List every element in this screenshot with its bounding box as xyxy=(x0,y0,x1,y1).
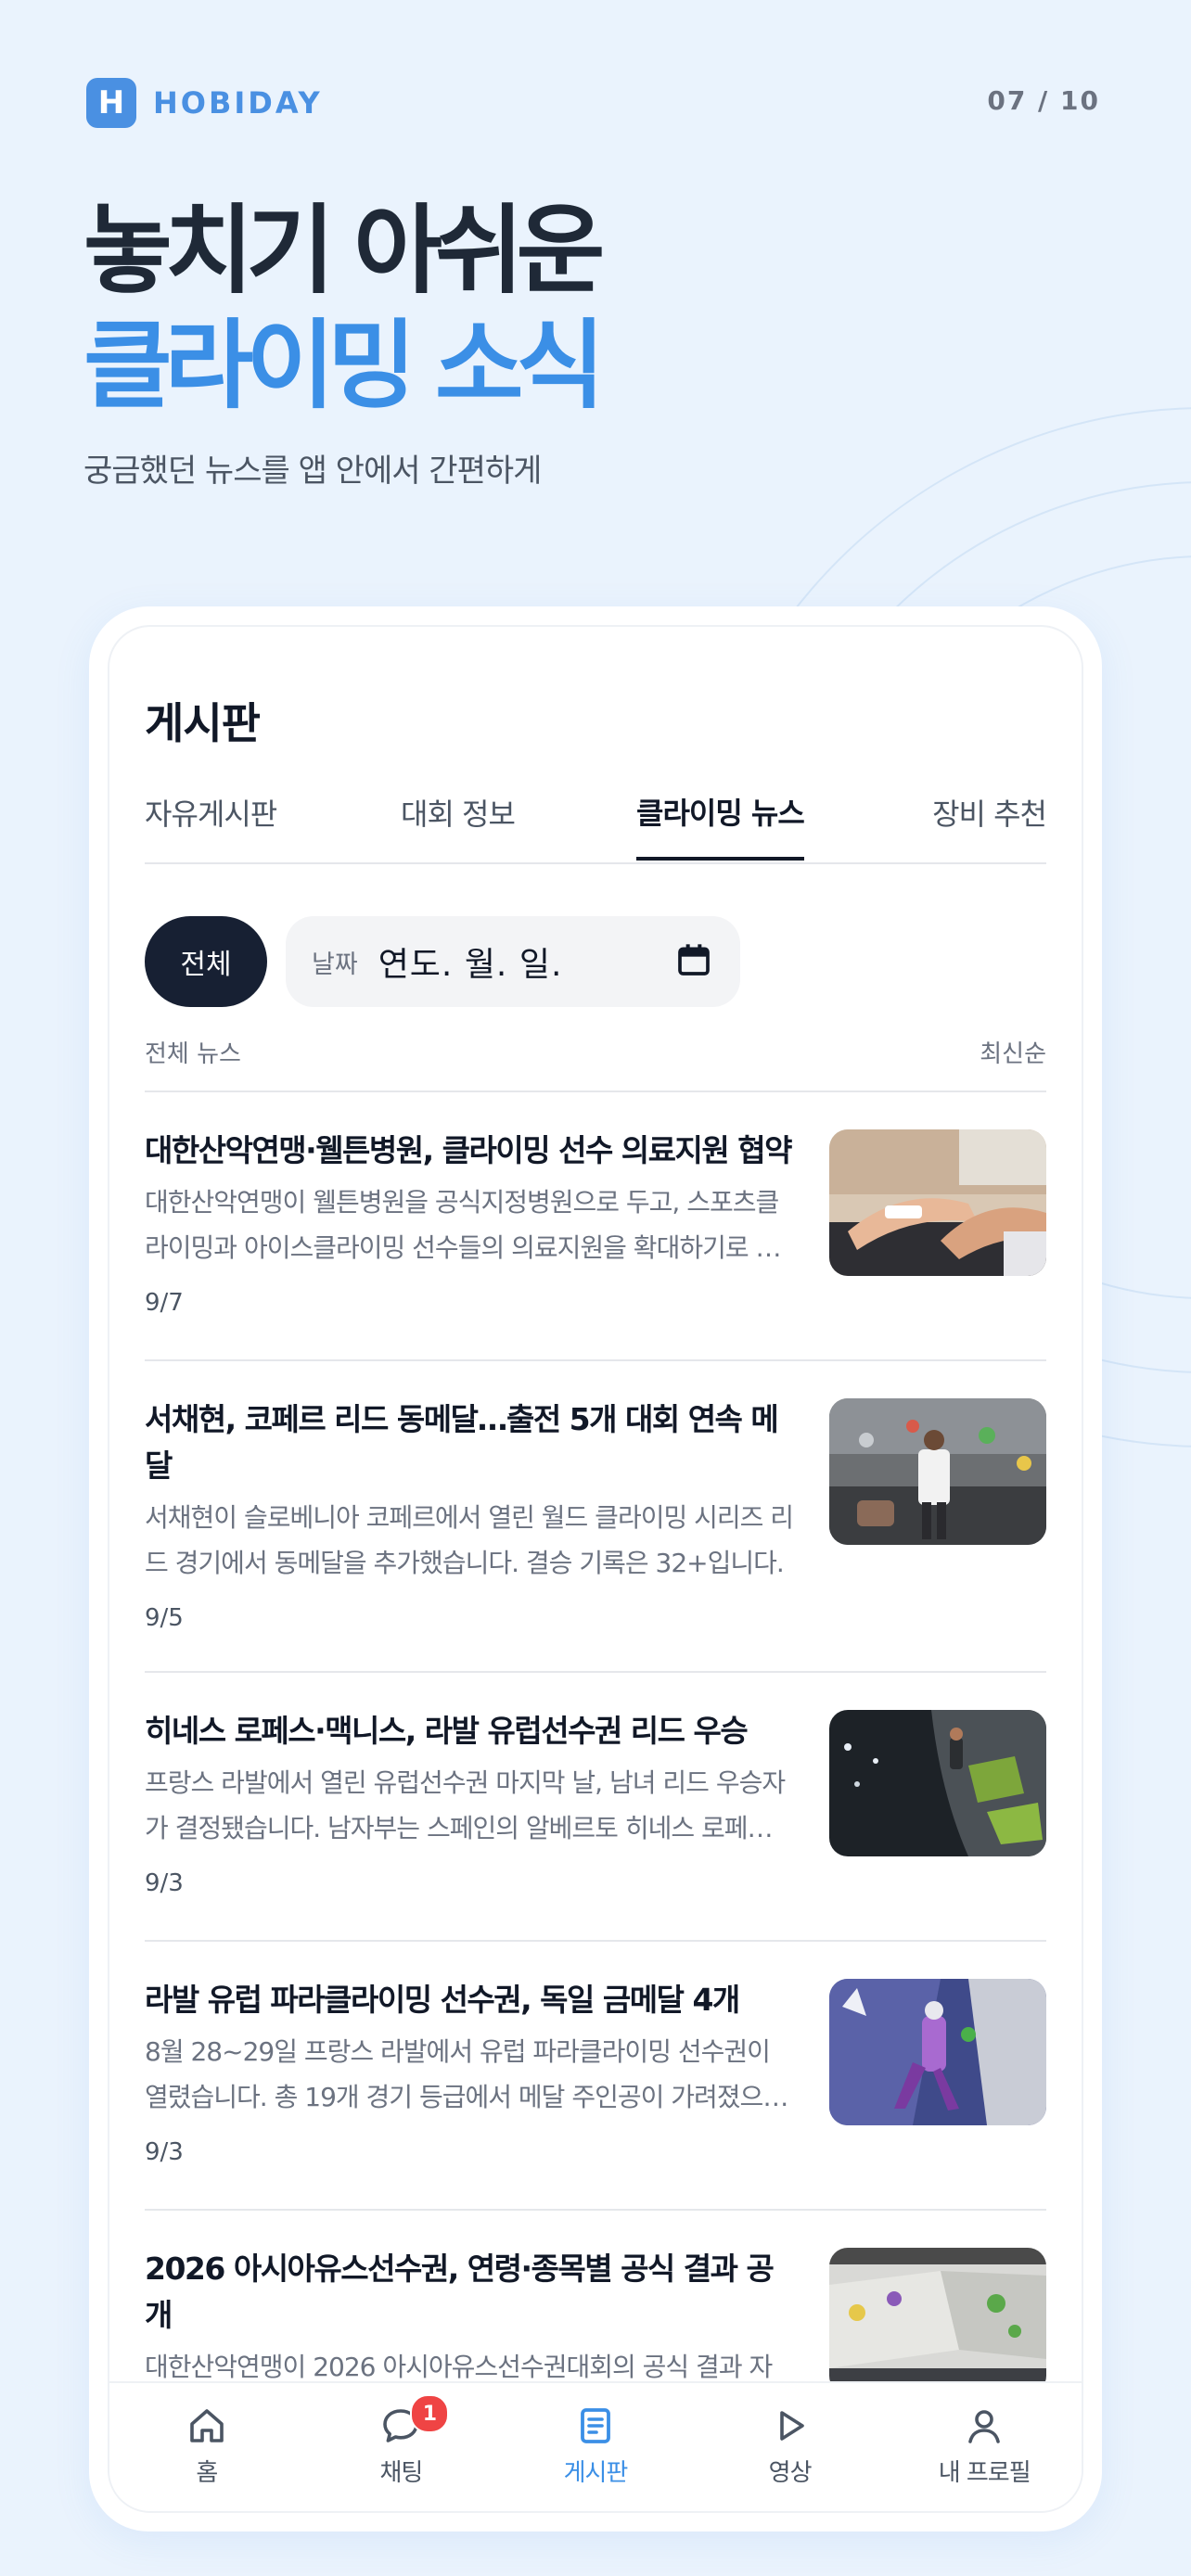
unread-badge: 1 xyxy=(410,2394,450,2433)
news-thumbnail xyxy=(829,1979,1046,2125)
tab-gear-recommend[interactable]: 장비 추천 xyxy=(932,766,1047,859)
page-title: 게시판 xyxy=(145,698,261,748)
nav-label: 채팅 xyxy=(379,2459,423,2487)
news-title: 2026 아시아유스선수권, 연령·종목별 공식 결과 공개 xyxy=(145,2251,775,2333)
home-icon xyxy=(189,2409,224,2442)
app-screen: 게시판 자유게시판 대회 정보 클라이밍 뉴스 장비 추천 전체 날짜 연도. … xyxy=(108,625,1083,2513)
tab-free-board[interactable]: 자유게시판 xyxy=(145,766,277,859)
news-title: 서채현, 코페르 리드 동메달…출전 5개 대회 연속 메달 xyxy=(145,1401,779,1484)
news-date: 9/3 xyxy=(145,1869,184,1897)
news-item[interactable]: 서채현, 코페르 리드 동메달…출전 5개 대회 연속 메달 서채현이 슬로베니… xyxy=(145,1361,1046,1673)
nav-video[interactable]: 영상 xyxy=(693,2383,888,2511)
filter-all-button[interactable]: 전체 xyxy=(145,916,267,1007)
headline-line-2: 클라이밍 소식 xyxy=(83,309,605,422)
nav-board[interactable]: 게시판 xyxy=(498,2383,693,2511)
news-list: 대한산악연맹·웰튼병원, 클라이밍 선수 의료지원 협약 대한산악연맹이 웰튼병… xyxy=(145,1092,1046,2478)
nav-chat[interactable]: 1 채팅 xyxy=(304,2383,499,2511)
calendar-icon[interactable] xyxy=(675,941,712,978)
news-title: 히네스 로페스·맥니스, 라발 유럽선수권 리드 우승 xyxy=(145,1713,749,1749)
date-input[interactable]: 연도. 월. 일. xyxy=(378,937,563,986)
brand: H HOBIDAY xyxy=(86,78,323,128)
news-thumbnail xyxy=(829,1129,1046,1276)
tab-climbing-news[interactable]: 클라이밍 뉴스 xyxy=(636,766,805,861)
news-date: 9/7 xyxy=(145,1289,184,1317)
news-item[interactable]: 히네스 로페스·맥니스, 라발 유럽선수권 리드 우승 프랑스 라발에서 열린 … xyxy=(145,1673,1046,1942)
brand-logo: H xyxy=(86,78,136,128)
news-item[interactable]: 라발 유럽 파라클라이밍 선수권, 독일 금메달 4개 8월 28~29일 프랑… xyxy=(145,1942,1046,2211)
sort-order[interactable]: 최신순 xyxy=(980,1035,1046,1069)
bottom-nav: 홈 1 채팅 게시판 영상 내 프로필 xyxy=(109,2381,1082,2511)
headline-line-1: 놓치기 아쉬운 xyxy=(83,194,605,307)
news-title: 라발 유럽 파라클라이밍 선수권, 독일 금메달 4개 xyxy=(145,1982,740,2018)
nav-label: 홈 xyxy=(196,2459,218,2487)
nav-label: 내 프로필 xyxy=(938,2459,1031,2487)
board-tabs: 자유게시판 대회 정보 클라이밍 뉴스 장비 추천 xyxy=(145,766,1047,864)
subtitle: 궁금했던 뉴스를 앱 안에서 간편하게 xyxy=(83,453,542,490)
date-label: 날짜 xyxy=(312,950,358,979)
news-summary: 8월 28~29일 프랑스 라발에서 유럽 파라클라이밍 선수권이 열렸습니다.… xyxy=(145,2036,787,2112)
news-thumbnail xyxy=(829,1710,1046,1856)
news-date: 9/5 xyxy=(145,1604,184,1632)
page-counter: 07 / 10 xyxy=(987,85,1100,116)
tab-competition-info[interactable]: 대회 정보 xyxy=(401,766,516,859)
news-date: 9/3 xyxy=(145,2138,184,2166)
profile-icon xyxy=(968,2410,1000,2443)
news-summary: 프랑스 라발에서 열린 유럽선수권 마지막 날, 남녀 리드 우승자가 결정됐습… xyxy=(145,1767,794,1843)
date-field[interactable]: 날짜 연도. 월. 일. xyxy=(286,916,740,1007)
nav-home[interactable]: 홈 xyxy=(109,2383,304,2511)
news-thumbnail xyxy=(829,2248,1046,2394)
play-icon xyxy=(779,2411,804,2441)
phone-mockup: 게시판 자유게시판 대회 정보 클라이밍 뉴스 장비 추천 전체 날짜 연도. … xyxy=(89,606,1102,2531)
brand-name: HOBIDAY xyxy=(153,85,323,121)
nav-label: 영상 xyxy=(768,2459,813,2487)
nav-label: 게시판 xyxy=(563,2459,629,2487)
list-header-label: 전체 뉴스 xyxy=(145,1040,241,1068)
list-header: 전체 뉴스 최신순 xyxy=(145,1035,1046,1069)
news-thumbnail xyxy=(829,1398,1046,1545)
news-title: 대한산악연맹·웰튼병원, 클라이밍 선수 의료지원 협약 xyxy=(145,1132,792,1168)
news-item[interactable]: 대한산악연맹·웰튼병원, 클라이밍 선수 의료지원 협약 대한산악연맹이 웰튼병… xyxy=(145,1092,1046,1361)
news-summary: 대한산악연맹이 웰튼병원을 공식지정병원으로 두고, 스포츠클라이밍과 아이스클… xyxy=(145,1187,779,1263)
news-summary: 서채현이 슬로베니아 코페르에서 열린 월드 클라이밍 시리즈 리드 경기에서 … xyxy=(145,1502,794,1578)
filters: 전체 날짜 연도. 월. 일. xyxy=(145,916,740,1007)
headline: 놓치기 아쉬운 클라이밍 소식 xyxy=(83,193,605,423)
board-icon xyxy=(581,2408,610,2443)
nav-profile[interactable]: 내 프로필 xyxy=(887,2383,1082,2511)
